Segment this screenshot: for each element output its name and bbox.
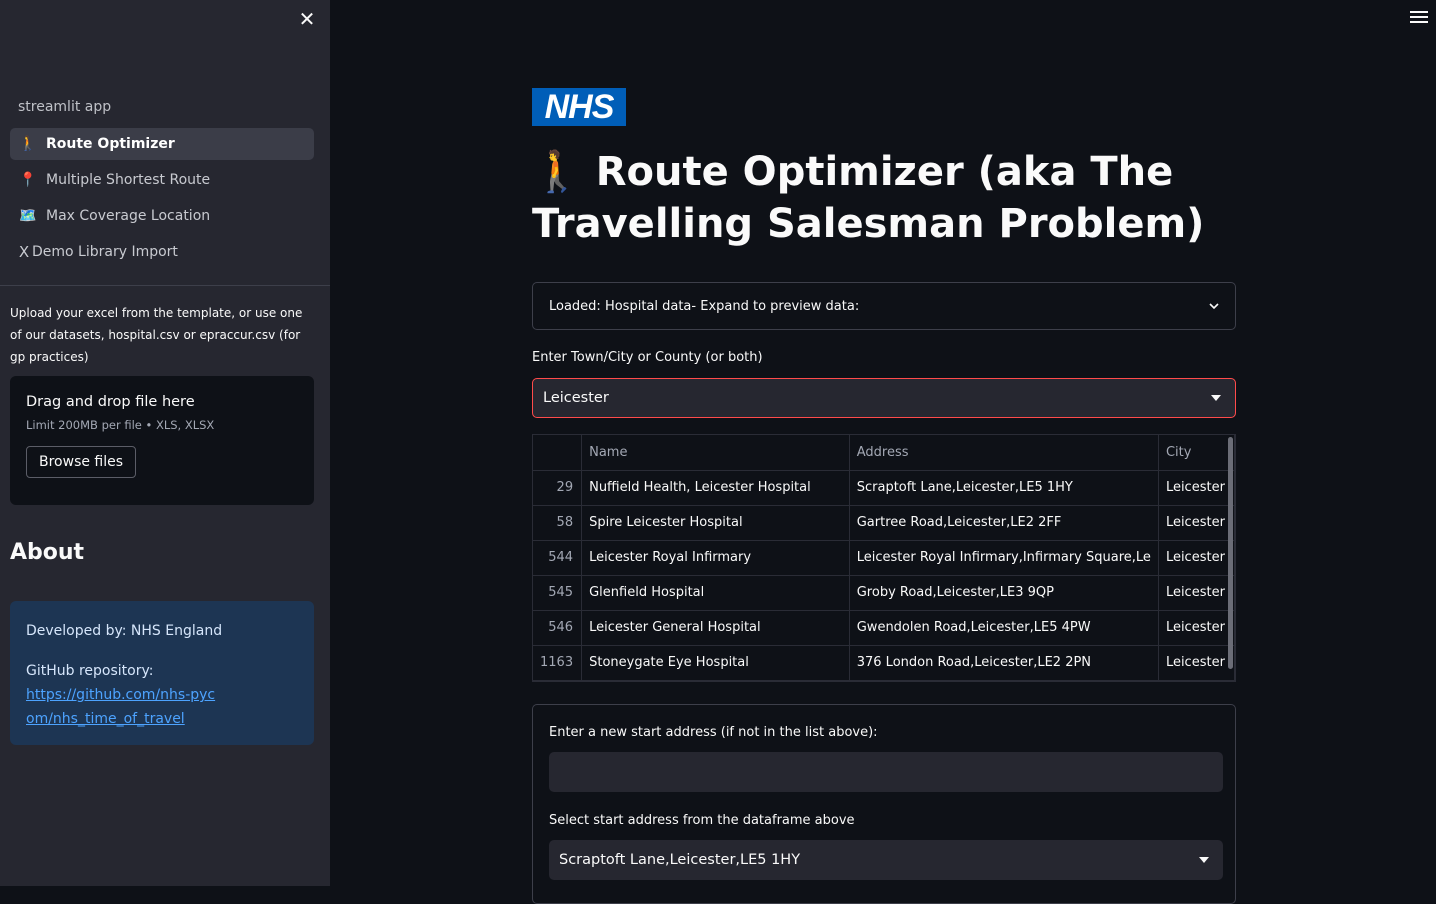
cell-address[interactable]: Leicester Royal Infirmary,Infirmary Squa… [849, 540, 1159, 576]
page-title-text: Route Optimizer (aka The Travelling Sale… [532, 149, 1205, 247]
about-info-box: Developed by: NHS England GitHub reposit… [10, 601, 314, 745]
x-letter-icon: X [18, 243, 30, 261]
cell-name[interactable]: Glenfield Hospital [581, 575, 850, 611]
row-index: 58 [533, 505, 583, 541]
sidebar-item-label: Route Optimizer [46, 136, 175, 152]
walking-person-icon: 🚶 [19, 136, 37, 152]
table-row[interactable]: 29 Nuffield Health, Leicester Hospital S… [533, 470, 1235, 506]
table-row[interactable]: 545 Glenfield Hospital Groby Road,Leices… [533, 575, 1235, 611]
page-title: 🚶 Route Optimizer (aka The Travelling Sa… [532, 146, 1236, 250]
nhs-logo: NHS [532, 88, 626, 126]
cell-address[interactable]: Gwendolen Road,Leicester,LE5 4PW [849, 610, 1159, 646]
start-address-form: Enter a new start address (if not in the… [532, 704, 1236, 904]
start-address-select-value: Scraptoft Lane,Leicester,LE5 1HY [559, 852, 801, 868]
table-header-row: Name Address City [533, 435, 1235, 471]
about-heading: About [10, 540, 85, 565]
map-icon: 🗺️ [19, 208, 37, 224]
select-start-label: Select start address from the dataframe … [549, 813, 855, 828]
table-row[interactable]: 546 Leicester General Hospital Gwendolen… [533, 610, 1235, 646]
cell-name[interactable]: Nuffield Health, Leicester Hospital [581, 470, 850, 506]
table-row[interactable]: 1163 Stoneygate Eye Hospital 376 London … [533, 645, 1235, 681]
location-label: Enter Town/City or County (or both) [532, 350, 763, 365]
cell-address[interactable]: Groby Road,Leicester,LE3 9QP [849, 575, 1159, 611]
sidebar-item-demo-library-import[interactable]: X Demo Library Import [10, 236, 314, 268]
cell-city[interactable]: Leicester [1158, 575, 1235, 611]
dropzone-title: Drag and drop file here [26, 394, 195, 410]
table-row[interactable]: 58 Spire Leicester Hospital Gartree Road… [533, 505, 1235, 541]
column-header-index[interactable] [533, 435, 583, 471]
round-pushpin-icon: 📍 [19, 172, 37, 188]
sidebar: ✕ streamlit app 🚶 Route Optimizer 📍 Mult… [0, 0, 330, 886]
app-label[interactable]: streamlit app [18, 99, 111, 115]
dropzone-limit: Limit 200MB per file • XLS, XLSX [26, 418, 215, 432]
cell-city[interactable]: Leicester [1158, 610, 1235, 646]
cell-name[interactable]: Stoneygate Eye Hospital [581, 645, 850, 681]
sidebar-item-label: Demo Library Import [32, 244, 178, 260]
column-header-city[interactable]: City [1158, 435, 1235, 471]
cell-name[interactable]: Leicester General Hospital [581, 610, 850, 646]
start-address-label: Enter a new start address (if not in the… [549, 725, 878, 740]
row-index: 546 [533, 610, 583, 646]
sidebar-item-max-coverage-location[interactable]: 🗺️ Max Coverage Location [10, 200, 314, 232]
cell-city[interactable]: Leicester [1158, 540, 1235, 576]
table-scrollbar[interactable] [1228, 437, 1233, 669]
start-address-select[interactable]: Scraptoft Lane,Leicester,LE5 1HY [549, 840, 1223, 880]
column-header-address[interactable]: Address [849, 435, 1159, 471]
file-dropzone[interactable]: Drag and drop file here Limit 200MB per … [10, 376, 314, 505]
column-header-name[interactable]: Name [581, 435, 850, 471]
sidebar-divider [0, 285, 330, 286]
location-select[interactable]: Leicester [532, 378, 1236, 418]
sidebar-item-multiple-shortest-route[interactable]: 📍 Multiple Shortest Route [10, 164, 314, 196]
close-sidebar-icon[interactable]: ✕ [296, 8, 318, 30]
cell-name[interactable]: Leicester Royal Infirmary [581, 540, 850, 576]
cell-city[interactable]: Leicester [1158, 505, 1235, 541]
hamburger-menu-icon[interactable] [1410, 8, 1428, 26]
github-label: GitHub repository: [26, 663, 154, 679]
expander-label: Loaded: Hospital data- Expand to preview… [549, 298, 860, 314]
cell-name[interactable]: Spire Leicester Hospital [581, 505, 850, 541]
data-preview-expander[interactable]: Loaded: Hospital data- Expand to preview… [532, 282, 1236, 330]
walking-person-icon: 🚶 [532, 149, 582, 195]
cell-address[interactable]: Gartree Road,Leicester,LE2 2FF [849, 505, 1159, 541]
cell-address[interactable]: 376 London Road,Leicester,LE2 2PN [849, 645, 1159, 681]
sidebar-item-label: Max Coverage Location [46, 208, 211, 224]
sidebar-item-route-optimizer[interactable]: 🚶 Route Optimizer [10, 128, 314, 160]
github-link[interactable]: https://github.com/nhs-pycom/nhs_time_of… [26, 683, 216, 731]
dataframe: Name Address City 29 Nuffield Health, Le… [533, 435, 1235, 681]
location-select-value: Leicester [543, 390, 609, 406]
chevron-down-icon [1209, 303, 1219, 310]
cell-city[interactable]: Leicester [1158, 645, 1235, 681]
row-index: 544 [533, 540, 583, 576]
caret-down-icon [1211, 395, 1221, 401]
start-address-input[interactable] [549, 752, 1223, 792]
table-row[interactable]: 544 Leicester Royal Infirmary Leicester … [533, 540, 1235, 576]
browse-files-button[interactable]: Browse files [26, 446, 137, 478]
sidebar-item-label: Multiple Shortest Route [46, 172, 211, 188]
sidebar-nav: 🚶 Route Optimizer 📍 Multiple Shortest Ro… [10, 128, 314, 272]
upload-instructions: Upload your excel from the template, or … [10, 306, 303, 364]
row-index: 545 [533, 575, 583, 611]
row-index: 29 [533, 470, 583, 506]
developed-by-text: Developed by: NHS England [26, 623, 223, 639]
cell-city[interactable]: Leicester [1158, 470, 1235, 506]
cell-address[interactable]: Scraptoft Lane,Leicester,LE5 1HY [849, 470, 1159, 506]
hospital-table[interactable]: Name Address City 29 Nuffield Health, Le… [532, 434, 1236, 682]
caret-down-icon [1199, 857, 1209, 863]
row-index: 1163 [533, 645, 583, 681]
